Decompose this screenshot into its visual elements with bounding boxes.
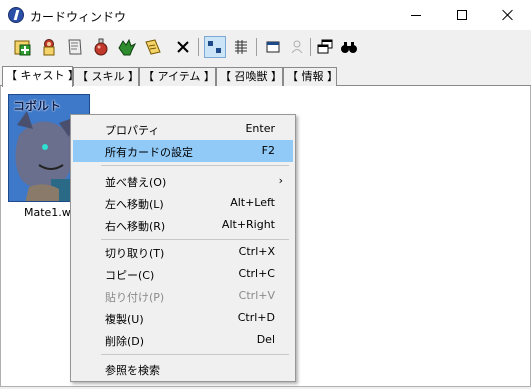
delete-icon: [177, 41, 189, 53]
menu-separator: [101, 165, 289, 166]
toolbar-separator: [256, 38, 257, 56]
menu-item-move-left[interactable]: 左へ移動(L) Alt+Left: [73, 192, 293, 214]
tab-bar: 【 キャスト 】 【 スキル 】 【 アイテム 】 【 召喚獣 】 【 情報 】: [0, 64, 531, 87]
menu-item-owned-card-settings[interactable]: 所有カードの設定 F2: [73, 140, 293, 162]
window-icon: [266, 41, 280, 53]
summon-card-button[interactable]: [116, 36, 138, 58]
person-button: [286, 36, 308, 58]
tab-summon[interactable]: 【 召喚獣 】: [216, 67, 283, 86]
tab-cast[interactable]: 【 キャスト 】: [2, 66, 79, 87]
menu-item-find-references[interactable]: 参照を検索: [73, 358, 293, 380]
menu-separator: [101, 239, 289, 240]
menu-item-duplicate[interactable]: 複製(U) Ctrl+D: [73, 307, 293, 329]
app-icon: [8, 7, 24, 23]
info-card-icon: [145, 39, 161, 55]
close-button[interactable]: [485, 0, 531, 30]
potion-icon: [94, 38, 108, 56]
submenu-arrow-icon: ›: [278, 174, 283, 187]
tab-info[interactable]: 【 情報 】: [283, 67, 338, 86]
view-list-icon: [235, 40, 247, 54]
menu-item-paste: 貼り付け(P) Ctrl+V: [105, 289, 275, 304]
toolbar-separator: [198, 38, 199, 56]
menu-item-cut[interactable]: 切り取り(T) Ctrl+X: [73, 241, 293, 263]
person-card-icon: [43, 39, 55, 56]
skill-card-button[interactable]: [64, 36, 86, 58]
menu-item-sort[interactable]: 並べ替え(O) ›: [73, 170, 293, 192]
toolbar-separator: [310, 38, 311, 56]
tab-skill[interactable]: 【 スキル 】: [73, 67, 139, 86]
find-icon: [341, 42, 357, 53]
maximize-icon: [457, 10, 467, 20]
menu-item-move-right[interactable]: 右へ移動(R) Alt+Right: [73, 214, 293, 236]
delete-button[interactable]: [172, 36, 194, 58]
view-large-icon: [208, 41, 221, 53]
tab-item[interactable]: 【 アイテム 】: [139, 67, 216, 86]
minimize-button[interactable]: [393, 0, 439, 30]
person-disabled-icon: [291, 40, 303, 54]
menu-item-delete[interactable]: 削除(D) Del: [73, 329, 293, 351]
toolbar: [0, 30, 531, 64]
context-menu: プロパティ Enter 所有カードの設定 F2 並べ替え(O) › 左へ移動(L…: [70, 114, 296, 382]
close-icon: [502, 9, 514, 21]
new-card-icon: [14, 40, 31, 56]
item-card-button[interactable]: [90, 36, 112, 58]
dragon-icon: [118, 38, 136, 56]
maximize-button[interactable]: [439, 0, 485, 30]
large-icon-view-button[interactable]: [204, 36, 226, 58]
title-bar: カードウィンドウ: [0, 0, 531, 30]
cascade-windows-icon: [317, 39, 333, 54]
menu-item-properties[interactable]: プロパティ Enter: [73, 118, 293, 140]
list-view-button[interactable]: [230, 36, 252, 58]
new-card-button[interactable]: [12, 36, 34, 58]
cascade-button[interactable]: [314, 36, 336, 58]
info-card-button[interactable]: [142, 36, 164, 58]
menu-item-copy[interactable]: コピー(C) Ctrl+C: [73, 263, 293, 285]
window-title: カードウィンドウ: [30, 10, 127, 24]
cast-card-button[interactable]: [38, 36, 60, 58]
find-button[interactable]: [338, 36, 360, 58]
window-button[interactable]: [262, 36, 284, 58]
card-title: コボルト: [13, 99, 62, 113]
minimize-icon: [411, 14, 421, 16]
menu-separator: [101, 354, 289, 355]
skill-card-icon: [68, 39, 82, 55]
